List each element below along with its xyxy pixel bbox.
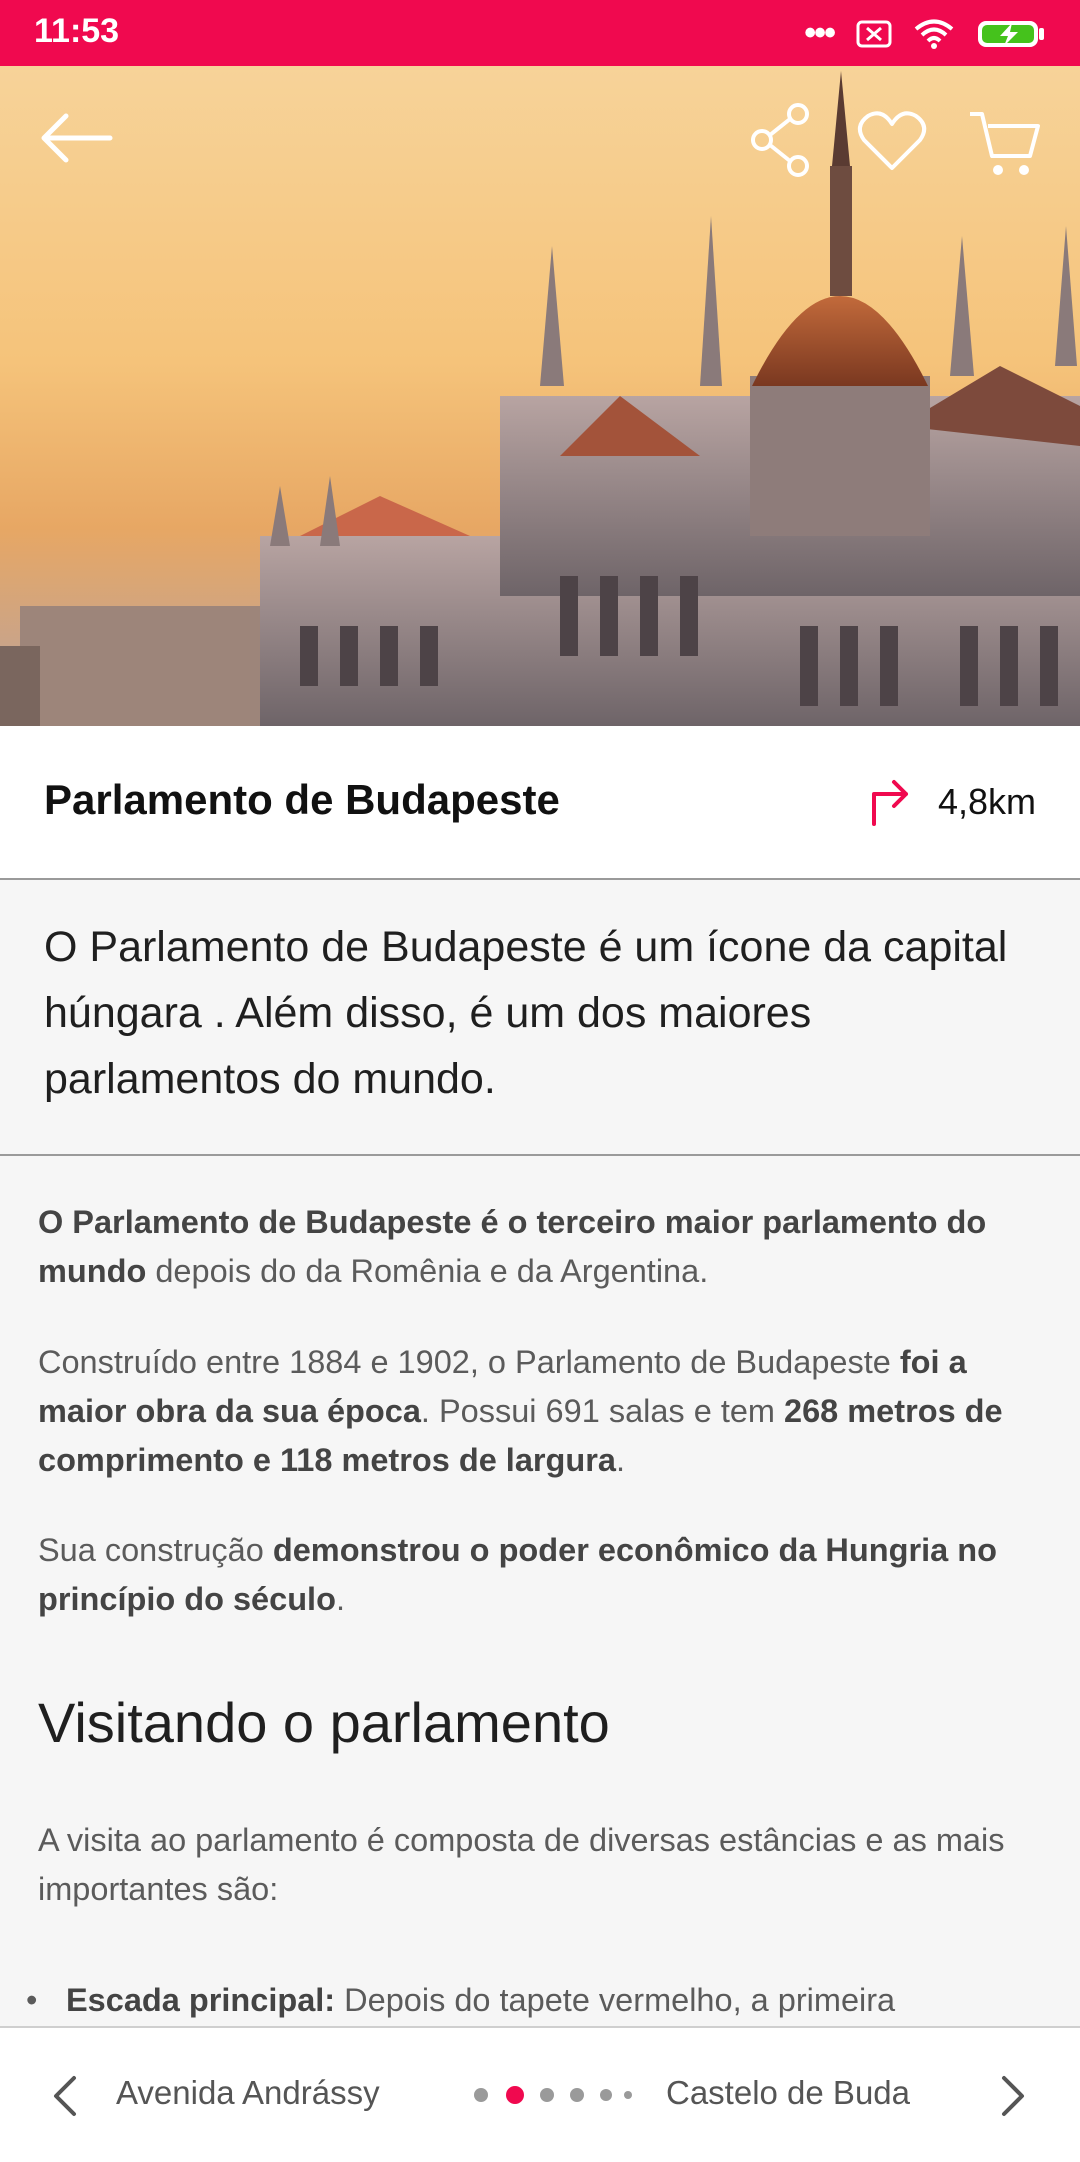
next-chevron-icon[interactable]	[998, 2074, 1028, 2118]
share-icon[interactable]	[750, 102, 814, 178]
section-intro: A visita ao parlamento é composta de div…	[38, 1822, 1005, 1907]
section-heading: Visitando o parlamento	[38, 1691, 610, 1754]
bullet-title: Escada principal:	[66, 1982, 336, 2018]
paragraph-3-text-1: Sua construção	[38, 1532, 273, 1568]
paragraph-1-text: depois do da Romênia e da Argentina.	[146, 1253, 709, 1289]
back-arrow-icon[interactable]	[36, 106, 116, 170]
bullet-dot: •	[26, 1982, 38, 2018]
lead-text: O Parlamento de Budapeste é um ícone da …	[44, 923, 1008, 1103]
hero-image	[0, 66, 1080, 726]
favorite-heart-icon[interactable]	[856, 110, 928, 174]
lead-section: O Parlamento de Budapeste é um ícone da …	[0, 880, 1080, 1156]
battery-charging-icon	[978, 20, 1044, 47]
place-title: Parlamento de Budapeste	[44, 776, 560, 823]
paragraph-1: O Parlamento de Budapeste é o terceiro m…	[38, 1198, 1038, 1296]
wifi-icon	[914, 19, 954, 49]
status-icons: •••	[804, 14, 1046, 53]
paragraph-2-text-2: . Possui 691 salas e tem	[420, 1393, 785, 1429]
status-time: 11:53	[34, 12, 120, 50]
status-bar: 11:53 •••	[0, 0, 1080, 66]
previous-place-link[interactable]: Avenida Andrássy	[116, 2074, 380, 2112]
notification-blocked-icon	[856, 20, 892, 47]
paragraph-2-text-1: Construído entre 1884 e 1902, o Parlamen…	[38, 1344, 900, 1380]
previous-chevron-icon[interactable]	[50, 2074, 80, 2118]
article-content: O Parlamento de Budapeste é o terceiro m…	[0, 1156, 1080, 2026]
page-dot	[624, 2091, 632, 2099]
place-header: Parlamento de Budapeste 4,8km	[0, 726, 1080, 880]
distance-button[interactable]: 4,8km	[868, 778, 1036, 826]
page-dot	[474, 2088, 488, 2102]
distance-label: 4,8km	[937, 781, 1036, 822]
page-dot	[570, 2088, 584, 2102]
paragraph-3-text-2: .	[335, 1581, 345, 1617]
page-dot	[600, 2089, 612, 2101]
more-dots-icon: •••	[804, 14, 836, 52]
page-dot-active	[506, 2086, 524, 2104]
bottom-navigation: Avenida Andrássy Castelo de Buda	[0, 2026, 1080, 2162]
next-place-link[interactable]: Castelo de Buda	[666, 2074, 910, 2112]
turn-right-arrow-icon	[871, 780, 908, 826]
cart-icon[interactable]	[966, 106, 1046, 182]
list-item: • Escada principal: Depois do tapete ver…	[26, 1976, 1036, 2026]
paragraph-3: Sua construção demonstrou o poder econôm…	[38, 1526, 1038, 1624]
paragraph-2: Construído entre 1884 e 1902, o Parlamen…	[38, 1338, 1038, 1485]
paragraph-2-text-3: .	[616, 1442, 626, 1478]
page-dot	[540, 2088, 554, 2102]
